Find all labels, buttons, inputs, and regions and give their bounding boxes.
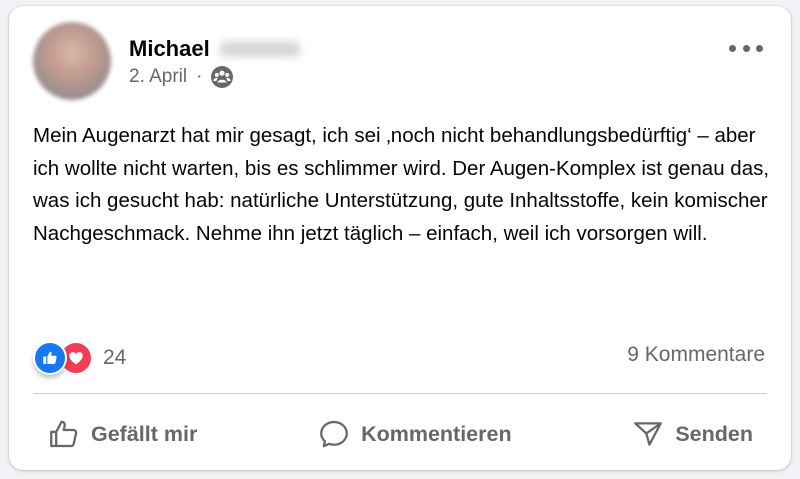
like-icon [33,341,67,375]
comment-button[interactable]: Kommentieren [303,411,526,457]
like-button-label: Gefällt mir [91,421,198,446]
post-date[interactable]: 2. April [129,66,187,88]
post-card: Michael 2. April · Mein Augenarzt hat mi… [9,6,791,470]
more-dot-icon [742,44,750,52]
friends-icon[interactable] [210,65,234,89]
divider [33,393,767,394]
more-options-button[interactable] [729,38,763,58]
author-last-name-redacted [219,41,300,57]
post-meta: 2. April · [129,64,234,90]
thumbs-up-icon [50,420,78,448]
reaction-count: 24 [103,346,127,369]
send-icon [634,422,663,446]
comment-button-label: Kommentieren [361,421,512,446]
share-button-label: Senden [675,421,753,446]
reactions-summary[interactable]: 24 [33,341,127,375]
more-dot-icon [729,44,736,52]
avatar[interactable] [33,22,111,100]
more-dot-icon [756,44,763,52]
meta-separator: · [196,66,203,87]
share-button[interactable]: Senden [617,411,767,457]
action-bar: Gefällt mir Kommentieren Senden [33,406,767,462]
author-row: Michael [129,34,300,64]
post-text: Mein Augenarzt hat mir gesagt, ich sei ‚… [33,124,770,245]
comments-count-link[interactable]: 9 Kommentare [627,343,765,367]
comment-bubble-icon [320,420,348,448]
like-button[interactable]: Gefällt mir [33,411,211,457]
author-name[interactable]: Michael [129,36,210,62]
